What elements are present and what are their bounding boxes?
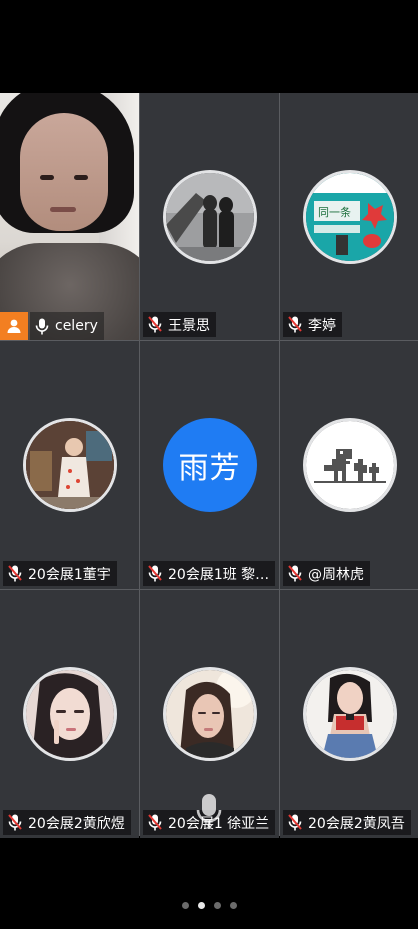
participant-name-tag: 20会展1董宇 [3, 561, 117, 586]
microphone-icon[interactable] [35, 318, 49, 335]
participant-tile[interactable]: 20会展1董宇 [0, 341, 139, 589]
avatar [303, 667, 397, 761]
page-dot[interactable] [213, 902, 221, 909]
host-badge-icon [0, 312, 28, 340]
muted-microphone-icon[interactable] [288, 814, 302, 831]
avatar: 同一条 [303, 169, 397, 264]
muted-microphone-icon[interactable] [148, 565, 162, 582]
avatar [22, 667, 117, 761]
svg-text:同一条: 同一条 [318, 205, 351, 219]
avatar [22, 418, 117, 512]
muted-microphone-icon[interactable] [148, 814, 162, 831]
text-avatar: 雨芳 [162, 418, 257, 512]
participant-name: 王景思 [168, 317, 210, 334]
participant-tile[interactable]: @周林虎 [280, 341, 418, 589]
video-feed [0, 93, 139, 340]
participant-tile[interactable]: 同一条 李婷 [280, 93, 418, 340]
participant-name: 20会展2黄欣煜 [28, 815, 125, 832]
participant-name-tag: 王景思 [143, 312, 216, 337]
participant-grid: celery 王景思 同一条 李婷 20会展1董宇 雨芳 20会展1班 黎… @… [0, 93, 418, 838]
participant-name: @周林虎 [308, 566, 364, 583]
muted-microphone-icon[interactable] [8, 565, 22, 582]
page-indicator[interactable] [0, 902, 418, 914]
muted-microphone-icon[interactable] [288, 316, 302, 333]
participant-name-tag: 20会展1班 黎… [143, 561, 275, 586]
page-dot[interactable] [181, 902, 189, 909]
muted-microphone-icon[interactable] [288, 565, 302, 582]
muted-microphone-icon[interactable] [8, 814, 22, 831]
avatar [162, 667, 257, 761]
participant-tile[interactable]: 20会展2黄凤吾 [280, 590, 418, 838]
dinosaur-icon [303, 418, 397, 512]
page-dot[interactable] [229, 902, 237, 909]
participant-name-tag: 20会展2黄欣煜 [3, 810, 131, 835]
participant-name: celery [55, 318, 98, 334]
page-dot-current[interactable] [197, 902, 205, 909]
participant-name-tag: 李婷 [283, 312, 342, 337]
participant-name-tag: 20会展2黄凤吾 [283, 810, 411, 835]
meeting-screen: celery 王景思 同一条 李婷 20会展1董宇 雨芳 20会展1班 黎… @… [0, 0, 418, 929]
participant-tile[interactable]: 20会展2黄欣煜 [0, 590, 139, 838]
muted-microphone-icon[interactable] [148, 316, 162, 333]
avatar [162, 169, 257, 264]
participant-name-tag: celery [30, 312, 104, 340]
participant-name: 20会展2黄凤吾 [308, 815, 405, 832]
participant-name: 20会展1班 黎… [168, 566, 269, 583]
participant-tile-celery[interactable]: celery [0, 93, 139, 340]
participant-name: 20会展1董宇 [28, 566, 111, 583]
participant-name: 李婷 [308, 317, 336, 334]
speaking-microphone-icon[interactable] [196, 793, 222, 831]
participant-name-tag: @周林虎 [283, 561, 370, 586]
participant-tile[interactable]: 王景思 [140, 93, 279, 340]
participant-tile[interactable]: 雨芳 20会展1班 黎… [140, 341, 279, 589]
